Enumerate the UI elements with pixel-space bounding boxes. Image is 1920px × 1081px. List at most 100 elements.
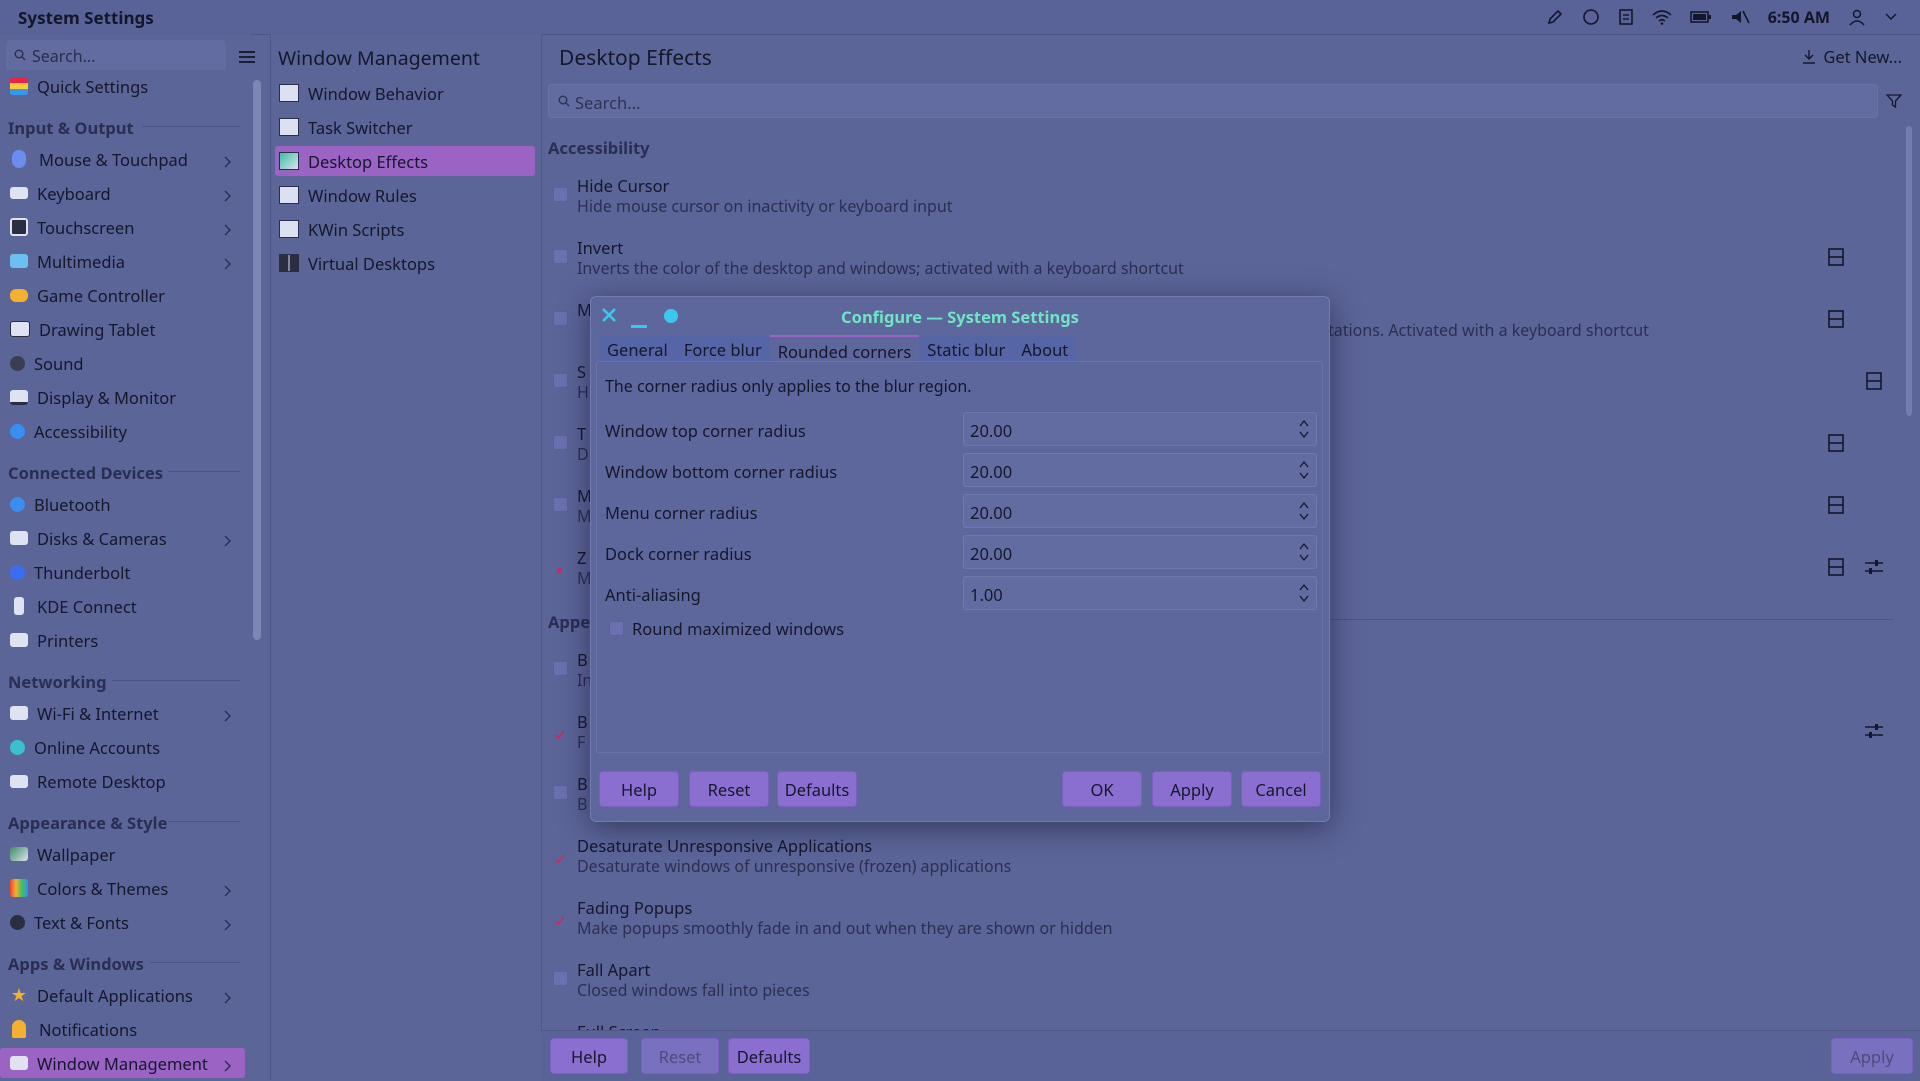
clock[interactable]: 6:50 AM <box>1768 6 1830 28</box>
dialog-defaults-button[interactable]: Defaults <box>777 771 857 807</box>
round-maximized-checkbox[interactable] <box>609 621 624 636</box>
sidebar-item-wallpaper[interactable]: Wallpaper <box>0 839 245 869</box>
dock-radius-spinbox[interactable]: 20.00 <box>963 535 1317 569</box>
tab-force-blur[interactable]: Force blur <box>675 335 770 363</box>
effect-checkbox[interactable] <box>553 373 568 388</box>
configure-effect-icon[interactable] <box>1864 722 1884 745</box>
window-icon <box>10 1056 28 1070</box>
user-icon[interactable] <box>1848 8 1866 26</box>
effect-checkbox[interactable] <box>553 971 568 986</box>
nav-desktop-effects[interactable]: Desktop Effects <box>275 146 535 176</box>
about-effect-icon[interactable] <box>1828 558 1844 581</box>
dialog-cancel-button[interactable]: Cancel <box>1241 771 1321 807</box>
sidebar-item-online-accounts[interactable]: Online Accounts <box>0 732 245 762</box>
dialog-help-button[interactable]: Help <box>599 771 679 807</box>
apply-button[interactable]: Apply <box>1831 1038 1913 1074</box>
effect-checkbox[interactable] <box>553 249 568 264</box>
spin-arrows-icon[interactable] <box>1298 541 1310 563</box>
sidebar-item-touchscreen[interactable]: Touchscreen <box>0 212 245 242</box>
sidebar-item-remote-desktop[interactable]: Remote Desktop <box>0 766 245 796</box>
nav-virtual-desktops[interactable]: Virtual Desktops <box>275 248 535 278</box>
configure-effect-icon[interactable] <box>1864 558 1884 581</box>
spin-arrows-icon[interactable] <box>1298 582 1310 604</box>
sidebar-item-printers[interactable]: Printers <box>0 625 245 655</box>
spin-arrows-icon[interactable] <box>1298 418 1310 440</box>
sidebar-item-window-management[interactable]: Window Management <box>0 1048 245 1078</box>
sidebar-item-multimedia[interactable]: Multimedia <box>0 246 245 276</box>
app-title: System Settings <box>18 6 154 29</box>
effect-title: B <box>577 710 588 733</box>
anti-aliasing-spinbox[interactable]: 1.00 <box>963 576 1317 610</box>
menu-radius-spinbox[interactable]: 20.00 <box>963 494 1317 528</box>
sidebar-item-sound[interactable]: Sound <box>0 348 245 378</box>
effect-checkbox[interactable] <box>553 435 568 450</box>
divider <box>168 471 240 472</box>
effects-scrollbar[interactable] <box>1906 126 1912 416</box>
effect-checkbox[interactable] <box>553 497 568 512</box>
dialog-reset-button[interactable]: Reset <box>689 771 769 807</box>
divider <box>150 962 240 963</box>
round-maximized-option[interactable]: Round maximized windows <box>609 617 844 640</box>
pen-icon[interactable] <box>1546 8 1564 26</box>
sidebar-search-input[interactable]: Search... <box>6 40 226 70</box>
about-effect-icon[interactable] <box>1828 496 1844 519</box>
sidebar-item-notifications[interactable]: Notifications <box>0 1014 245 1044</box>
spin-arrows-icon[interactable] <box>1298 459 1310 481</box>
tab-about[interactable]: About <box>1013 335 1077 363</box>
about-effect-icon[interactable] <box>1828 434 1844 457</box>
volume-muted-icon[interactable] <box>1730 8 1750 26</box>
sidebar-scrollbar[interactable] <box>253 80 261 640</box>
sidebar-item-bluetooth[interactable]: Bluetooth <box>0 489 245 519</box>
effect-checkbox[interactable] <box>553 661 568 676</box>
sidebar-item-drawing-tablet[interactable]: Drawing Tablet <box>0 314 245 344</box>
help-button[interactable]: Help <box>550 1038 628 1074</box>
sidebar-item-default-apps[interactable]: ★ Default Applications <box>0 980 245 1010</box>
sidebar-item-kde-connect[interactable]: KDE Connect <box>0 591 245 621</box>
sidebar-item-keyboard[interactable]: Keyboard <box>0 178 245 208</box>
about-effect-icon[interactable] <box>1828 248 1844 271</box>
sidebar-item-accessibility[interactable]: Accessibility <box>0 416 245 446</box>
effect-radio[interactable] <box>553 559 566 574</box>
effect-checkbox[interactable] <box>553 311 568 326</box>
nav-kwin-scripts[interactable]: KWin Scripts <box>275 214 535 244</box>
effects-search-input[interactable]: Search... <box>548 84 1878 118</box>
dialog-apply-button[interactable]: Apply <box>1152 771 1232 807</box>
sidebar-item-colors[interactable]: Colors & Themes <box>0 873 245 903</box>
sidebar-item-text-fonts[interactable]: Text & Fonts <box>0 907 245 937</box>
defaults-button[interactable]: Defaults <box>728 1038 810 1074</box>
hamburger-menu-icon[interactable] <box>238 46 256 69</box>
reset-button[interactable]: Reset <box>641 1038 719 1074</box>
bottom-radius-spinbox[interactable]: 20.00 <box>963 453 1317 487</box>
effect-checkbox[interactable] <box>553 785 568 800</box>
sidebar-item-mouse[interactable]: Mouse & Touchpad <box>0 144 245 174</box>
about-effect-icon[interactable] <box>1866 372 1882 395</box>
nav-window-behavior[interactable]: Window Behavior <box>275 78 535 108</box>
sidebar-item-game-controller[interactable]: Game Controller <box>0 280 245 310</box>
circle-icon[interactable] <box>1582 8 1600 26</box>
sidebar-item-thunderbolt[interactable]: Thunderbolt <box>0 557 245 587</box>
wifi-icon[interactable] <box>1652 9 1672 25</box>
effect-checkbox[interactable] <box>553 187 568 202</box>
effect-checkbox-checked[interactable] <box>553 723 566 740</box>
spin-arrows-icon[interactable] <box>1298 500 1310 522</box>
nav-window-rules[interactable]: Window Rules <box>275 180 535 210</box>
battery-icon[interactable] <box>1689 10 1712 24</box>
tab-static-blur[interactable]: Static blur <box>919 335 1014 363</box>
clipboard-icon[interactable] <box>1618 8 1634 26</box>
top-radius-spinbox[interactable]: 20.00 <box>963 412 1317 446</box>
field-label: Anti-aliasing <box>605 583 701 606</box>
sidebar-item-display[interactable]: Display & Monitor <box>0 382 245 412</box>
sidebar-item-wifi[interactable]: Wi-Fi & Internet <box>0 698 245 728</box>
chevron-down-icon[interactable] <box>1884 12 1898 22</box>
effect-checkbox-checked[interactable] <box>553 847 566 864</box>
nav-task-switcher[interactable]: Task Switcher <box>275 112 535 142</box>
sidebar-item-disks[interactable]: Disks & Cameras <box>0 523 245 553</box>
dialog-ok-button[interactable]: OK <box>1062 771 1142 807</box>
sidebar-item-quick-settings[interactable]: Quick Settings <box>0 71 245 101</box>
filter-icon[interactable] <box>1885 91 1903 114</box>
effect-checkbox-checked[interactable] <box>553 909 566 926</box>
effect-description: H <box>577 381 589 403</box>
get-new-button[interactable]: Get New... <box>1801 45 1902 68</box>
tab-general[interactable]: General <box>599 335 676 363</box>
about-effect-icon[interactable] <box>1828 310 1844 333</box>
